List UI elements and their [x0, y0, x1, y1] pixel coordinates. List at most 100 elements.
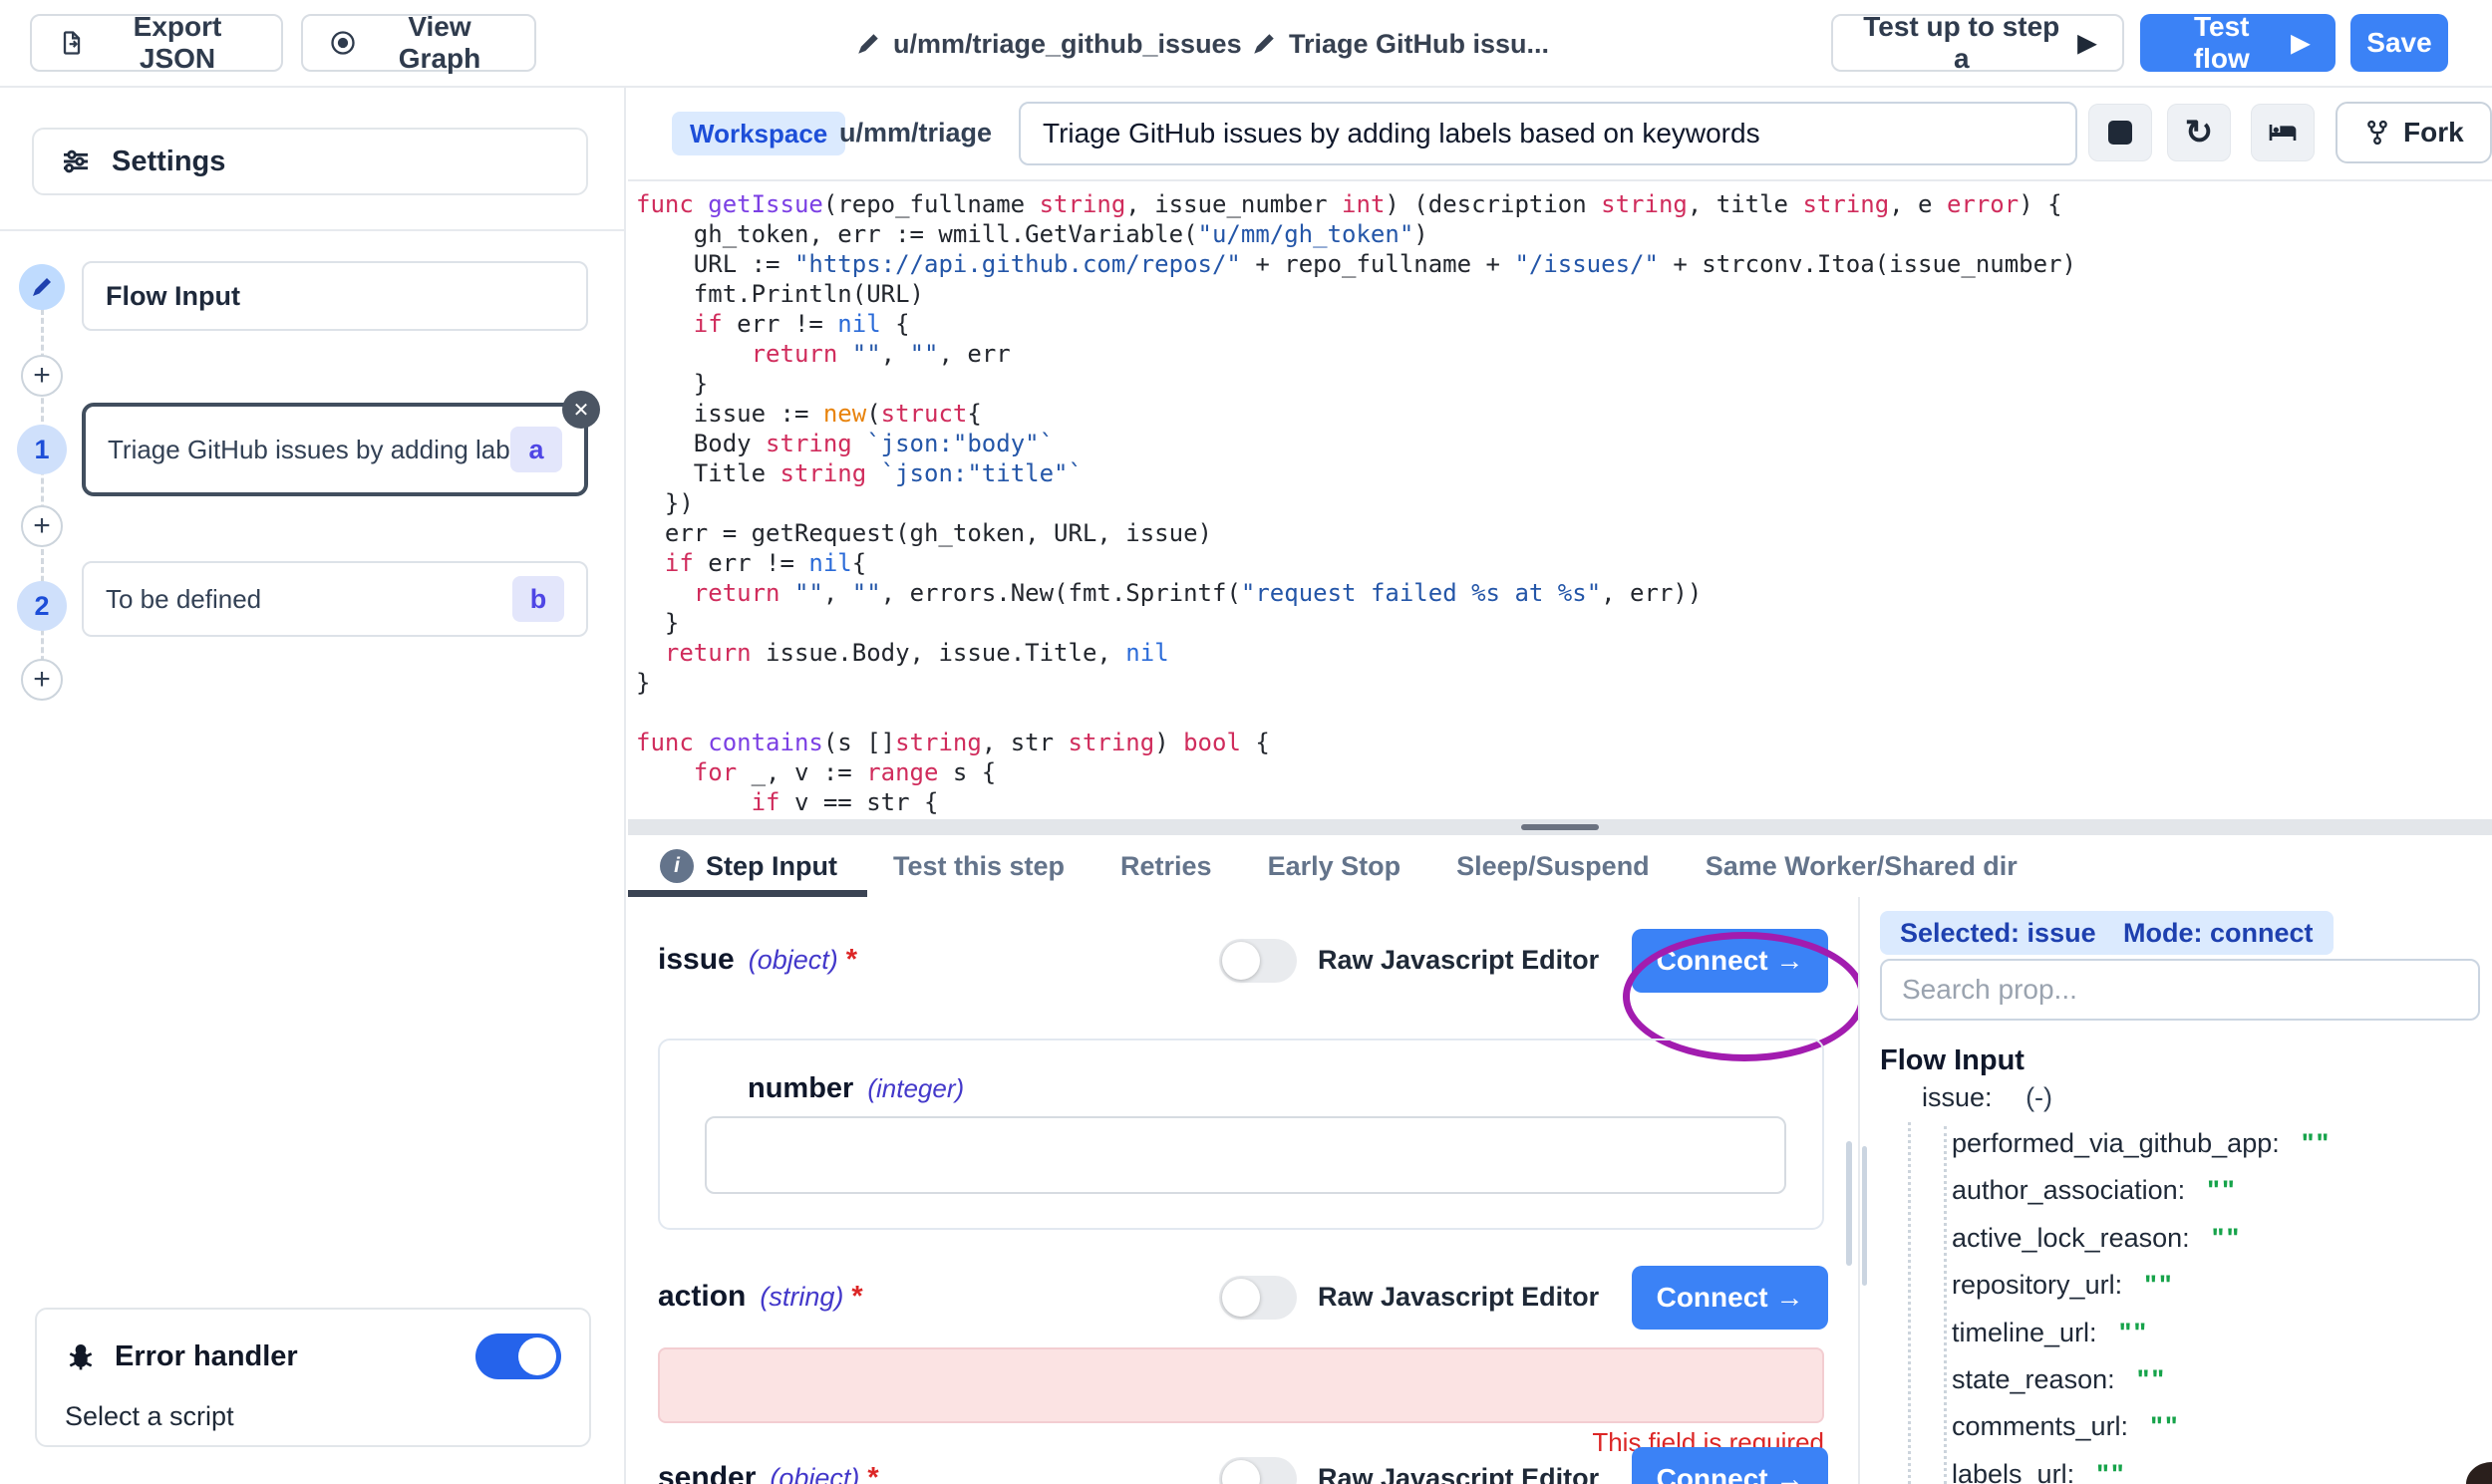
flow-input-icon[interactable]: [19, 264, 65, 310]
tree-item-timeline_url[interactable]: timeline_url:"": [1952, 1318, 2148, 1348]
connect-button-sender[interactable]: Connect →: [1632, 1447, 1828, 1484]
code-editor[interactable]: func getIssue(repo_fullname string, issu…: [628, 183, 2492, 817]
sleep-button[interactable]: [2251, 104, 2315, 161]
tab-label: Early Stop: [1268, 851, 1402, 882]
tab-step-input[interactable]: iStep Input: [660, 849, 837, 883]
breadcrumb-path[interactable]: u/mm/triage_github_issues: [855, 0, 1242, 88]
tab-early-stop[interactable]: Early Stop: [1268, 851, 1402, 882]
field-row-issue: issue(object)* Raw Javascript Editor Con…: [658, 929, 1828, 1009]
tab-label: Step Input: [706, 851, 837, 882]
required-star: *: [851, 1281, 862, 1313]
connect-button-action[interactable]: Connect →: [1632, 1266, 1828, 1330]
tab-label: Retries: [1120, 851, 1212, 882]
tree-root-label: issue:: [1922, 1082, 1993, 1112]
settings-button[interactable]: Settings: [32, 128, 588, 195]
tree-item-labels_url[interactable]: labels_url:"": [1952, 1459, 2126, 1484]
active-tab-underline: [628, 890, 867, 897]
tree-item-repository_url[interactable]: repository_url:"": [1952, 1270, 2174, 1301]
flow-input-card[interactable]: Flow Input: [82, 261, 588, 331]
add-step-button-2[interactable]: +: [21, 505, 63, 547]
code-line: return "", "", err: [636, 339, 2492, 369]
export-json-button[interactable]: Export JSON: [30, 14, 283, 72]
field-issue-type: (object): [749, 945, 838, 975]
fork-button[interactable]: Fork: [2336, 102, 2492, 163]
tab-same-worker-shared-dir[interactable]: Same Worker/Shared dir: [1706, 851, 2018, 882]
tree-item-label: performed_via_github_app:: [1952, 1128, 2280, 1158]
play-icon: ▶: [2078, 29, 2096, 58]
breadcrumb-title-label: Triage GitHub issu...: [1289, 29, 1549, 60]
code-line: Title string `json:"title"`: [636, 458, 2492, 488]
settings-label: Settings: [112, 146, 225, 178]
number-input[interactable]: [705, 1116, 1786, 1194]
restart-button[interactable]: ↻: [2167, 104, 2231, 161]
tree-item-state_reason[interactable]: state_reason:"": [1952, 1364, 2166, 1395]
splitter-drag-handle[interactable]: [1521, 824, 1599, 830]
toggle-knob: [1222, 1279, 1260, 1317]
add-step-button-3[interactable]: +: [21, 659, 63, 701]
tab-test-this-step[interactable]: Test this step: [893, 851, 1065, 882]
code-line: func contains(s []string, str string) bo…: [636, 728, 2492, 757]
raw-js-toggle-action[interactable]: [1219, 1276, 1297, 1320]
workspace-path[interactable]: u/mm/triage: [839, 118, 992, 148]
flow-input-label: Flow Input: [106, 281, 564, 312]
raw-js-toggle-issue[interactable]: [1219, 939, 1297, 983]
test-flow-button[interactable]: Test flow ▶: [2140, 14, 2336, 72]
step-panel-scrollbar[interactable]: [1846, 1141, 1852, 1266]
connect-panel: Selected: issue Mode: connect Flow Input…: [1858, 897, 2492, 1484]
tab-label: Sleep/Suspend: [1456, 851, 1650, 882]
code-line: }: [636, 608, 2492, 638]
required-star: *: [867, 1462, 878, 1484]
code-line: if v == str {: [636, 787, 2492, 817]
step-2-label: To be defined: [106, 584, 512, 615]
flow-sidebar: Settings Flow Input + 1 Triage GitHub is…: [0, 88, 626, 1484]
raw-js-label: Raw Javascript Editor: [1318, 945, 1599, 976]
tree-item-performed_via_github_app[interactable]: performed_via_github_app:"": [1952, 1128, 2331, 1159]
error-handler-subtitle[interactable]: Select a script: [65, 1401, 561, 1432]
test-up-to-step-button[interactable]: Test up to step a ▶: [1831, 14, 2124, 72]
action-input-invalid[interactable]: [658, 1347, 1824, 1423]
pencil-icon: [855, 31, 881, 57]
fork-label: Fork: [2403, 117, 2464, 148]
export-json-label: Export JSON: [100, 11, 255, 75]
connect-panel-scrollbar[interactable]: [1862, 1146, 1867, 1286]
view-graph-label: View Graph: [371, 11, 508, 75]
tree-item-label: comments_url:: [1952, 1411, 2128, 1441]
tree-item-label: state_reason:: [1952, 1364, 2115, 1394]
step-2-card[interactable]: To be defined b: [82, 561, 588, 637]
tree-item-author_association[interactable]: author_association: "": [1952, 1175, 2237, 1206]
toggle-knob: [518, 1337, 556, 1375]
required-star: *: [846, 944, 857, 976]
search-prop-input[interactable]: [1880, 959, 2480, 1021]
horizontal-splitter: [628, 819, 2492, 835]
summary-input[interactable]: [1019, 102, 2077, 165]
tree-item-active_lock_reason[interactable]: active_lock_reason:"": [1952, 1223, 2241, 1254]
tree-item-comments_url[interactable]: comments_url:"": [1952, 1411, 2180, 1442]
field-number-type: (integer): [867, 1073, 964, 1103]
tree-item-value: "": [2119, 1318, 2149, 1347]
save-button[interactable]: Save: [2350, 14, 2448, 72]
step-1-card[interactable]: Triage GitHub issues by adding labels ..…: [82, 403, 588, 496]
remove-step-icon[interactable]: ✕: [562, 391, 600, 429]
code-line: return issue.Body, issue.Title, nil: [636, 638, 2492, 668]
tab-retries[interactable]: Retries: [1120, 851, 1212, 882]
tree-root-issue[interactable]: issue: (-): [1922, 1082, 2052, 1113]
pencil-icon: [1251, 31, 1277, 57]
tree-item-value: "": [2096, 1459, 2126, 1484]
bed-icon: [2267, 117, 2299, 148]
raw-js-toggle-sender[interactable]: [1219, 1457, 1297, 1484]
tree-item-value: "": [2207, 1175, 2237, 1205]
breadcrumb-path-label: u/mm/triage_github_issues: [893, 29, 1242, 60]
step-2-badge: b: [512, 576, 564, 622]
tab-sleep-suspend[interactable]: Sleep/Suspend: [1456, 851, 1650, 882]
code-line: URL := "https://api.github.com/repos/" +…: [636, 249, 2492, 279]
flow-input-header: Flow Input: [1880, 1044, 2025, 1077]
error-handler-toggle[interactable]: [475, 1334, 561, 1379]
view-graph-button[interactable]: View Graph: [301, 14, 536, 72]
add-step-button-1[interactable]: +: [21, 355, 63, 397]
stop-button[interactable]: [2088, 104, 2152, 161]
tree-item-value: "": [2212, 1223, 2242, 1253]
code-line: if err != nil{: [636, 548, 2492, 578]
breadcrumb-title[interactable]: Triage GitHub issu...: [1251, 0, 1549, 88]
connect-button-issue[interactable]: Connect →: [1632, 929, 1828, 993]
tree-item-label: author_association:: [1952, 1175, 2185, 1205]
